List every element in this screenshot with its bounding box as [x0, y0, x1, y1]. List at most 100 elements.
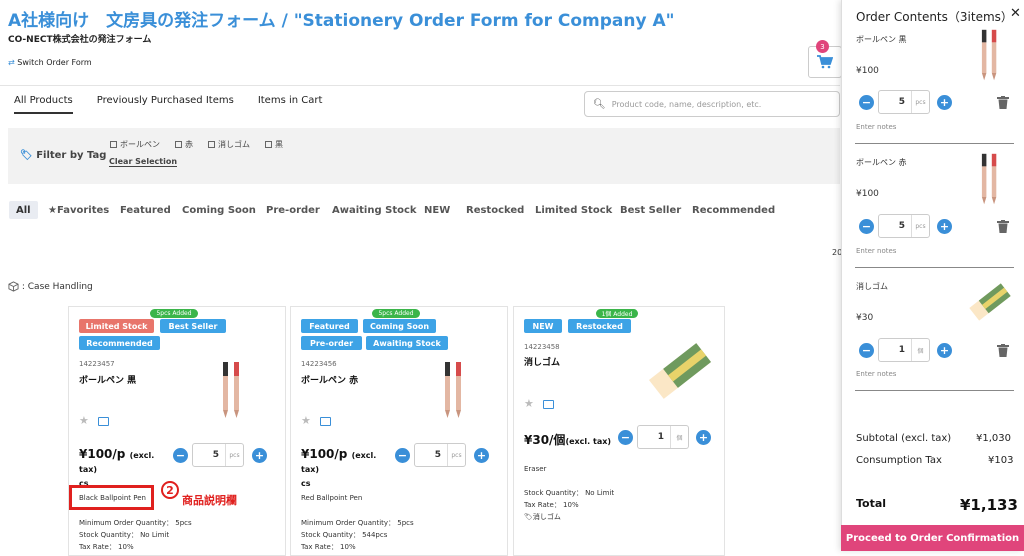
- tag-new: NEW: [524, 319, 562, 333]
- product-code: 14223456: [301, 360, 337, 368]
- min-order-qty: Minimum Order Quantity： 5pcs: [79, 519, 192, 527]
- filter-label-text: Filter by Tag: [36, 150, 107, 161]
- min-order-qty: Minimum Order Quantity： 5pcs: [301, 519, 414, 527]
- qty-unit: pcs: [911, 91, 929, 113]
- category-recommended[interactable]: Recommended: [692, 201, 775, 219]
- product-price: ¥30/個(excl. tax): [524, 431, 611, 448]
- decrease-qty-button[interactable]: −: [859, 343, 874, 358]
- tag-option-label: 赤: [185, 140, 193, 149]
- quantity-input[interactable]: 1個: [637, 425, 689, 449]
- search-input[interactable]: 🔍︎ Product code, name, description, etc.: [584, 91, 840, 117]
- notes-input[interactable]: Enter notes: [856, 370, 896, 378]
- tax-value: ¥103: [988, 455, 1014, 466]
- tag-checkbox-black[interactable]: 黒: [265, 139, 283, 150]
- price-value: ¥30/個: [524, 433, 566, 447]
- memo-icon[interactable]: [320, 417, 331, 426]
- category-best-seller[interactable]: Best Seller: [620, 201, 681, 219]
- increase-qty-button[interactable]: +: [937, 343, 952, 358]
- decrease-qty-button[interactable]: −: [395, 448, 410, 463]
- trash-icon[interactable]: [997, 96, 1009, 109]
- added-badge: 5pcs Added: [150, 309, 198, 318]
- tag-icon: 🏷︎: [524, 513, 533, 521]
- tag-restocked: Restocked: [568, 319, 631, 333]
- clear-selection-link[interactable]: Clear Selection: [109, 157, 178, 167]
- tag-checkbox-ballpoint[interactable]: ボールペン: [110, 139, 160, 150]
- notes-input[interactable]: Enter notes: [856, 247, 896, 255]
- product-description: Eraser: [524, 465, 547, 473]
- switch-order-form-link[interactable]: ⇄ Switch Order Form: [8, 58, 92, 67]
- category-limited-stock[interactable]: Limited Stock: [535, 201, 612, 219]
- favorite-star-icon[interactable]: ★: [524, 397, 534, 410]
- qty-unit: pcs: [911, 215, 929, 237]
- tag-checkbox-eraser[interactable]: 消しゴム: [208, 139, 250, 150]
- increase-qty-button[interactable]: +: [252, 448, 267, 463]
- product-meta: Stock Quantity： No Limit Tax Rate： 10% 🏷…: [524, 487, 614, 523]
- quantity-input[interactable]: 5 pcs: [414, 443, 466, 467]
- quantity-input[interactable]: 5 pcs: [192, 443, 244, 467]
- tag-option-label: 黒: [275, 140, 283, 149]
- quantity-input[interactable]: 5 pcs: [878, 90, 930, 114]
- quantity-input[interactable]: 5 pcs: [878, 214, 930, 238]
- order-item-price: ¥100: [856, 66, 879, 76]
- product-price: ¥100/p (excl. tax) cs: [79, 447, 171, 489]
- tag-option-label: 消しゴム: [218, 140, 250, 149]
- quantity-input[interactable]: 1個: [878, 338, 930, 362]
- subtotal-value: ¥1,030: [976, 433, 1011, 444]
- order-panel-title: Order Contents（3items）: [856, 10, 1013, 24]
- stock-qty: Stock Quantity： No Limit: [524, 489, 615, 497]
- tab-items-in-cart[interactable]: Items in Cart: [258, 95, 323, 114]
- increase-qty-button[interactable]: +: [474, 448, 489, 463]
- tax-rate: Tax Rate： 10%: [524, 501, 579, 509]
- category-awaiting-stock[interactable]: Awaiting Stock: [332, 201, 417, 219]
- description-highlight-box: [69, 485, 154, 510]
- memo-icon[interactable]: [98, 417, 109, 426]
- tag-best-seller: Best Seller: [160, 319, 226, 333]
- tax-rate: Tax Rate： 10%: [79, 543, 134, 551]
- swap-icon: ⇄: [8, 58, 18, 67]
- switch-label: Switch Order Form: [17, 58, 92, 67]
- product-name[interactable]: ボールペン 黒: [79, 373, 136, 386]
- increase-qty-button[interactable]: +: [937, 219, 952, 234]
- product-name[interactable]: ボールペン 赤: [301, 373, 358, 386]
- decrease-qty-button[interactable]: −: [618, 430, 633, 445]
- pen-thumbnail: [981, 153, 997, 205]
- eraser-image: [648, 343, 712, 399]
- decrease-qty-button[interactable]: −: [173, 448, 188, 463]
- memo-icon[interactable]: [543, 400, 554, 409]
- qty-value: 5: [434, 450, 441, 460]
- tag-checkbox-red[interactable]: 赤: [175, 139, 193, 150]
- tag-awaiting-stock: Awaiting Stock: [366, 336, 448, 350]
- proceed-to-order-button[interactable]: Proceed to Order Confirmation: [841, 525, 1024, 551]
- favorite-star-icon[interactable]: ★: [79, 414, 89, 427]
- order-item-name: 消しゴム: [856, 282, 888, 291]
- favorite-star-icon[interactable]: ★: [301, 414, 311, 427]
- trash-icon[interactable]: [997, 344, 1009, 357]
- increase-qty-button[interactable]: +: [696, 430, 711, 445]
- decrease-qty-button[interactable]: −: [859, 219, 874, 234]
- item-divider: [855, 267, 1014, 268]
- cart-icon: [817, 55, 833, 69]
- category-favorites[interactable]: ★Favorites: [48, 201, 109, 219]
- qty-unit: 個: [911, 339, 929, 361]
- category-new[interactable]: NEW: [424, 201, 450, 219]
- tag-option-label: ボールペン: [120, 140, 160, 149]
- total-value: ¥1,133: [960, 496, 1018, 514]
- qty-unit: 個: [670, 426, 688, 448]
- tab-all-products[interactable]: All Products: [14, 95, 73, 114]
- category-coming-soon[interactable]: Coming Soon: [182, 201, 256, 219]
- cart-count-badge: 3: [816, 40, 829, 53]
- notes-input[interactable]: Enter notes: [856, 123, 896, 131]
- close-icon[interactable]: ✕: [1010, 6, 1021, 21]
- increase-qty-button[interactable]: +: [937, 95, 952, 110]
- tag-icon: 🏷︎: [20, 150, 37, 161]
- category-restocked[interactable]: Restocked: [466, 201, 524, 219]
- tab-previously-purchased[interactable]: Previously Purchased Items: [97, 95, 234, 114]
- category-all[interactable]: All: [9, 201, 38, 219]
- product-code: 14223457: [79, 360, 115, 368]
- price-value: ¥100/p: [79, 447, 126, 461]
- category-featured[interactable]: Featured: [120, 201, 171, 219]
- product-name[interactable]: 消しゴム: [524, 355, 560, 368]
- decrease-qty-button[interactable]: −: [859, 95, 874, 110]
- category-pre-order[interactable]: Pre-order: [266, 201, 320, 219]
- trash-icon[interactable]: [997, 220, 1009, 233]
